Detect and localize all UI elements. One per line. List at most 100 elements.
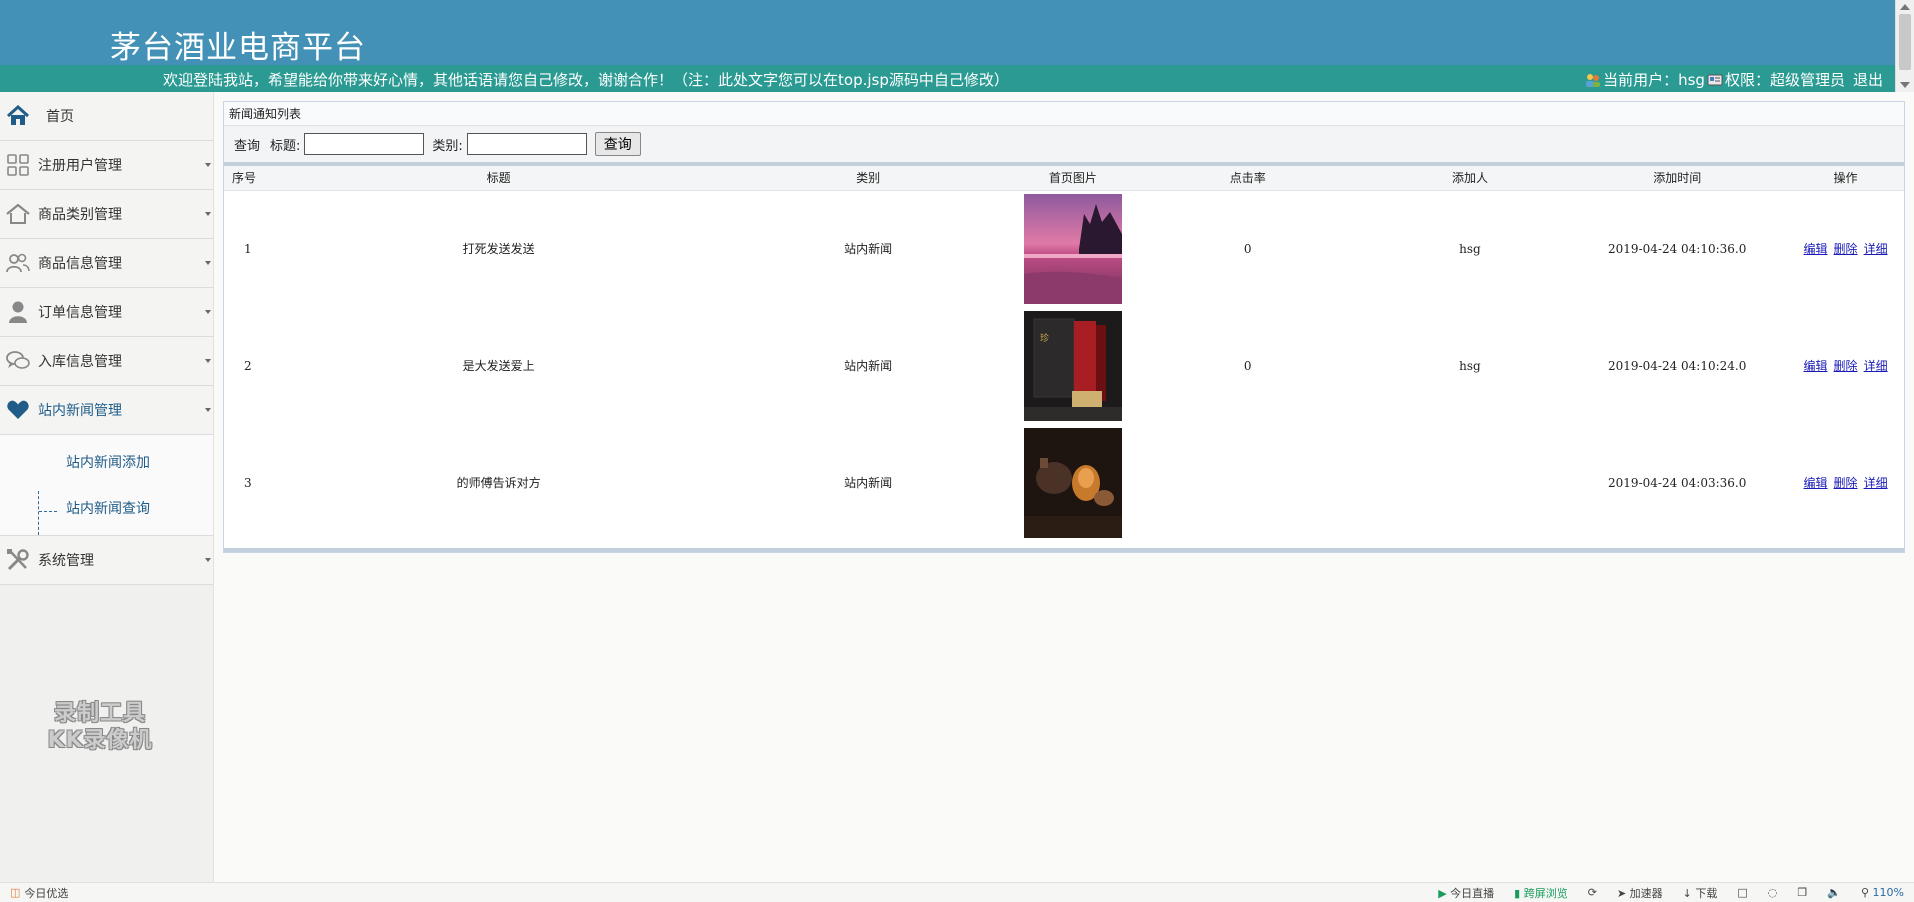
sidebar-item-categories[interactable]: 商品类别管理 bbox=[0, 190, 213, 239]
delete-link[interactable]: 删除 bbox=[1834, 242, 1858, 256]
logout-link[interactable]: 退出 bbox=[1853, 69, 1883, 90]
column-header: 序号 bbox=[224, 166, 284, 191]
tree-connector bbox=[38, 491, 58, 535]
sidebar-item-stock[interactable]: 入库信息管理 bbox=[0, 337, 213, 386]
detail-link[interactable]: 详细 bbox=[1864, 476, 1888, 490]
chevron-down-icon bbox=[205, 310, 211, 314]
cell-no: 1 bbox=[244, 241, 252, 256]
sidebar-item-label: 注册用户管理 bbox=[38, 158, 122, 174]
cell-image bbox=[1023, 424, 1123, 541]
scroll-up-icon[interactable] bbox=[1900, 4, 1910, 10]
panel-title: 新闻通知列表 bbox=[224, 102, 1904, 126]
heart-icon bbox=[4, 396, 32, 424]
accelerator-link[interactable]: ➤ 加速器 bbox=[1617, 885, 1663, 901]
cell-no: 2 bbox=[244, 358, 252, 373]
title-search-input[interactable] bbox=[304, 133, 425, 155]
restore-icon[interactable]: ❐ bbox=[1797, 886, 1807, 899]
edit-link[interactable]: 编辑 bbox=[1804, 359, 1828, 373]
sidebar-item-label: 系统管理 bbox=[38, 553, 94, 569]
sidebar-item-home[interactable]: 首页 bbox=[0, 92, 213, 141]
live-link[interactable]: ▶ 今日直播 bbox=[1438, 885, 1494, 901]
sidebar-item-orders[interactable]: 订单信息管理 bbox=[0, 288, 213, 337]
cell-actions: 编辑 删除 详细 bbox=[1787, 307, 1904, 424]
cell-image bbox=[1023, 190, 1123, 307]
top-header: 茅台酒业电商平台 欢迎登陆我站，希望能给你带来好心情，其他话语请您自己修改，谢谢… bbox=[0, 0, 1895, 92]
cell-category: 站内新闻 bbox=[844, 242, 893, 257]
scroll-down-icon[interactable] bbox=[1900, 82, 1910, 88]
sidebar-item-label: 首页 bbox=[46, 109, 74, 125]
detail-link[interactable]: 详细 bbox=[1864, 359, 1888, 373]
cell-clicks: 0 bbox=[1243, 241, 1252, 256]
search-bar: 查询 标题: 类别: 查询 bbox=[224, 126, 1904, 166]
chevron-down-icon bbox=[205, 359, 211, 363]
speaker-icon[interactable]: 🔈 bbox=[1827, 886, 1841, 899]
delete-link[interactable]: 删除 bbox=[1834, 359, 1858, 373]
recorder-watermark: 录制工具 KK录像机 bbox=[47, 701, 153, 753]
chat-icon bbox=[4, 347, 32, 375]
sidebar-item-system[interactable]: 系统管理 bbox=[0, 536, 213, 585]
statusbar-left-link[interactable]: 今日优选 bbox=[24, 885, 68, 901]
table-row: 1 打死发送发送 站内新闻 0 hsg 2019-04-24 04:10:36.… bbox=[224, 190, 1904, 307]
cell-category: 站内新闻 bbox=[844, 476, 893, 490]
tools-icon bbox=[4, 546, 32, 574]
grid-icon bbox=[4, 151, 32, 179]
table-row: 3 的师傅告诉对方 站内新闻 2019-04-24 04:03:36.0 编辑 … bbox=[224, 424, 1904, 541]
site-title: 茅台酒业电商平台 bbox=[110, 30, 366, 66]
zoom-control[interactable]: ⚲ 110% bbox=[1861, 886, 1904, 899]
sidebar-item-products[interactable]: 商品信息管理 bbox=[0, 239, 213, 288]
chevron-down-icon bbox=[205, 163, 211, 167]
sidebar-item-label: 商品类别管理 bbox=[38, 207, 122, 223]
news-thumbnail[interactable] bbox=[1023, 193, 1122, 304]
vertical-scrollbar[interactable] bbox=[1895, 0, 1914, 92]
sidebar-item-users[interactable]: 注册用户管理 bbox=[0, 141, 213, 190]
chevron-down-icon bbox=[205, 558, 211, 562]
download-link[interactable]: ↓ 下载 bbox=[1683, 885, 1718, 901]
category-label: 类别: bbox=[432, 138, 463, 154]
refresh-icon[interactable]: ⟳ bbox=[1588, 886, 1597, 899]
user-group-icon bbox=[1585, 72, 1601, 88]
cell-author: hsg bbox=[1459, 358, 1481, 373]
scroll-thumb[interactable] bbox=[1899, 14, 1911, 70]
cell-clicks: 0 bbox=[1243, 358, 1252, 373]
cell-actions: 编辑 删除 详细 bbox=[1787, 190, 1904, 307]
delete-link[interactable]: 删除 bbox=[1834, 476, 1858, 490]
immersive-link[interactable]: ▮ 跨屏浏览 bbox=[1514, 885, 1568, 901]
current-user-label: 当前用户：hsg bbox=[1603, 71, 1705, 89]
home-icon bbox=[4, 102, 32, 130]
cell-category: 站内新闻 bbox=[844, 359, 893, 373]
sidebar-item-news[interactable]: 站内新闻管理 bbox=[0, 386, 213, 435]
category-search-input[interactable] bbox=[466, 133, 587, 155]
cell-title: 是大发送爱上 bbox=[462, 359, 535, 373]
search-button[interactable]: 查询 bbox=[594, 132, 641, 156]
news-thumbnail[interactable]: 珍 bbox=[1023, 310, 1122, 421]
edit-link[interactable]: 编辑 bbox=[1804, 242, 1828, 256]
cell-title: 的师傅告诉对方 bbox=[456, 476, 541, 490]
news-list-panel: 新闻通知列表 查询 标题: 类别: 查询 序号 标题 类别 首页图片 点击率 添… bbox=[223, 101, 1905, 553]
submenu-item-news-query[interactable]: 站内新闻查询 bbox=[0, 485, 213, 531]
window-icon[interactable]: □ bbox=[1737, 886, 1747, 899]
ie-icon[interactable]: ◌ bbox=[1768, 886, 1778, 899]
gift-icon: ◫ bbox=[10, 886, 21, 899]
download-icon: ↓ bbox=[1682, 886, 1692, 900]
panel-bottom-border bbox=[224, 548, 1904, 552]
column-header: 操作 bbox=[1787, 166, 1904, 191]
detail-link[interactable]: 详细 bbox=[1864, 242, 1888, 256]
column-header: 标题 bbox=[283, 166, 714, 191]
column-header: 首页图片 bbox=[1022, 166, 1123, 191]
news-thumbnail[interactable] bbox=[1023, 427, 1122, 538]
chevron-down-icon bbox=[205, 261, 211, 265]
magnifier-icon: ⚲ bbox=[1860, 886, 1870, 899]
edit-link[interactable]: 编辑 bbox=[1804, 476, 1828, 490]
sidebar-item-label: 站内新闻管理 bbox=[38, 403, 122, 419]
sidebar: 首页 注册用户管理 商品类别管理 商品信息管理 订单信息管理 入库信息管理 站内… bbox=[0, 92, 214, 882]
cell-actions: 编辑 删除 详细 bbox=[1787, 424, 1904, 541]
sidebar-item-label: 入库信息管理 bbox=[38, 354, 122, 370]
user-info: 当前用户：hsg 权限：超级管理员 退出 bbox=[1585, 69, 1883, 90]
cell-author: hsg bbox=[1459, 241, 1481, 256]
svg-text:珍: 珍 bbox=[1040, 332, 1049, 344]
title-label: 标题: bbox=[270, 138, 301, 154]
browser-statusbar: ◫ 今日优选 ▶ 今日直播 ▮ 跨屏浏览 ⟳ ➤ 加速器 ↓ 下载 □ ◌ ❐ … bbox=[0, 882, 1914, 902]
sidebar-item-label: 商品信息管理 bbox=[38, 256, 122, 272]
submenu-item-news-add[interactable]: 站内新闻添加 bbox=[0, 439, 213, 485]
table-header-row: 序号 标题 类别 首页图片 点击率 添加人 添加时间 操作 bbox=[224, 166, 1904, 191]
